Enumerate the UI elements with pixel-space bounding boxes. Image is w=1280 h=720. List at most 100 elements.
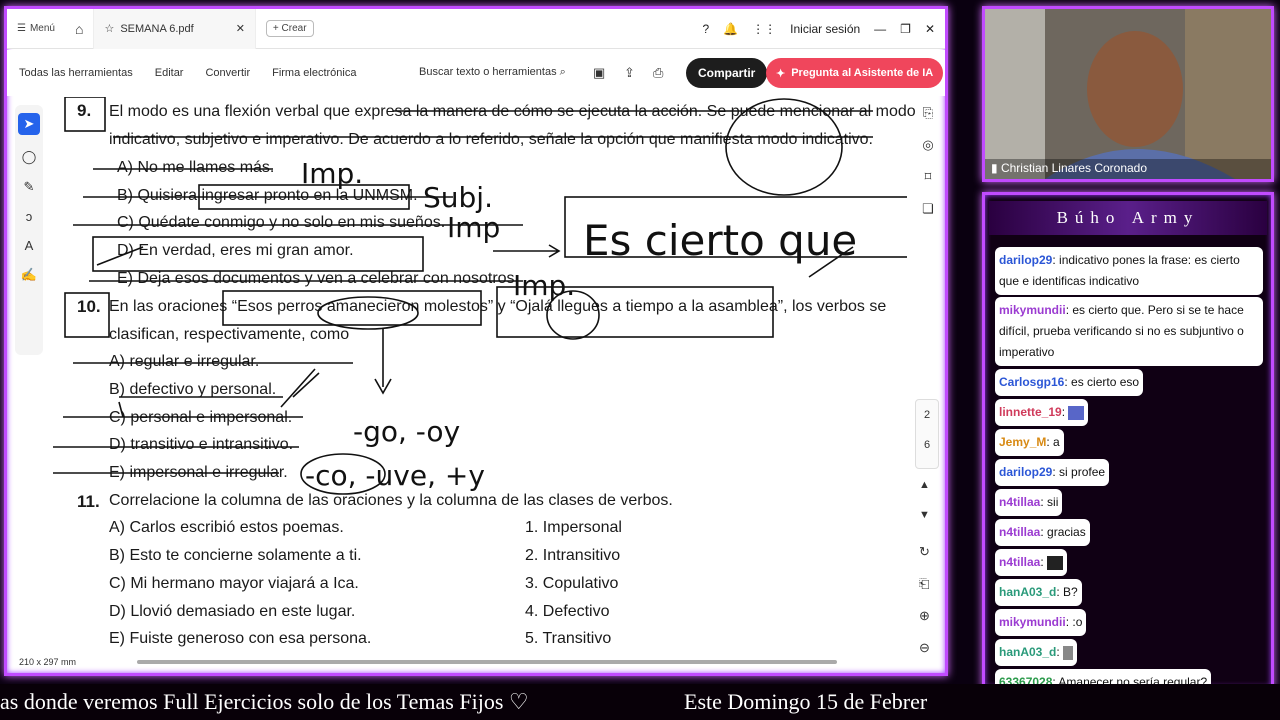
chat-message: n4tillaa: sii bbox=[995, 489, 1063, 516]
comment-icon[interactable]: ◯ bbox=[22, 149, 37, 165]
maximize-icon[interactable]: ❐ bbox=[900, 22, 911, 36]
page-nav: ▲ ▼ bbox=[919, 479, 930, 521]
chat-user: Carlosgp16 bbox=[999, 375, 1065, 389]
share-button[interactable]: Compartir bbox=[686, 58, 768, 88]
chat-text: : a bbox=[1046, 435, 1060, 449]
q11-right-3: 3. Copulativo bbox=[525, 575, 619, 592]
chat-user: n4tillaa bbox=[999, 525, 1041, 539]
apps-grid-icon[interactable]: ⋮⋮ bbox=[752, 22, 776, 36]
chat-message: hanA03_d: B? bbox=[995, 579, 1082, 606]
refresh-icon[interactable]: ↻ bbox=[919, 544, 930, 560]
home-icon[interactable]: ⌂ bbox=[75, 21, 83, 37]
search-tools-field[interactable]: Buscar texto o herramientas ⌕ bbox=[419, 66, 566, 79]
question-11-line1: Correlacione la columna de las oraciones… bbox=[109, 492, 673, 509]
question-10-line2: clasifican, respectivamente, como bbox=[109, 326, 350, 343]
page-indicator[interactable]: 2 6 bbox=[915, 399, 939, 469]
zoom-in-icon[interactable]: ⊕ bbox=[919, 608, 930, 624]
draw-icon[interactable]: ↄ bbox=[26, 209, 33, 224]
chat-user: hanA03_d bbox=[999, 585, 1057, 599]
window-close-icon[interactable]: ✕ bbox=[925, 22, 935, 36]
q11-right-2: 2. Intransitivo bbox=[525, 547, 621, 564]
text-select-icon[interactable]: A bbox=[25, 238, 34, 253]
q11-right-4: 4. Defectivo bbox=[525, 603, 610, 620]
chat-user: mikymundii bbox=[999, 615, 1066, 629]
chat-message: hanA03_d: bbox=[995, 639, 1078, 666]
chat-user: n4tillaa bbox=[999, 555, 1041, 569]
help-icon[interactable]: ? bbox=[703, 22, 710, 36]
emote-icon bbox=[1047, 555, 1064, 570]
ticker-text-1: as donde veremos Full Ejercicios solo de… bbox=[0, 689, 529, 714]
scrolling-ticker: as donde veremos Full Ejercicios solo de… bbox=[0, 684, 1280, 720]
minimize-icon[interactable]: — bbox=[874, 22, 886, 36]
chat-text: : :o bbox=[1065, 615, 1083, 629]
highlight-pen-icon[interactable]: ✎ bbox=[24, 179, 35, 195]
q10-option-c: C) personal e impersonal. bbox=[109, 409, 293, 426]
chat-text: : bbox=[1061, 405, 1069, 419]
q10-option-b: B) defectivo y personal. bbox=[109, 381, 277, 398]
upload-icon[interactable]: ⇪ bbox=[624, 65, 635, 81]
q10-option-e: E) impersonal e irregular. bbox=[109, 464, 288, 481]
ticker-text-2: Este Domingo 15 de Febrer bbox=[684, 689, 928, 714]
chat-message: Carlosgp16: es cierto eso bbox=[995, 369, 1144, 396]
bookmark-icon[interactable]: ⌑ bbox=[925, 169, 932, 185]
horizontal-scrollbar[interactable] bbox=[137, 660, 837, 664]
tool-all-tools[interactable]: Todas las herramientas bbox=[19, 67, 133, 79]
chat-text: : si profee bbox=[1052, 465, 1106, 479]
select-cursor-icon[interactable]: ➤ bbox=[18, 113, 40, 135]
pages-icon[interactable]: ❏ bbox=[922, 201, 934, 217]
comment-panel-icon[interactable]: ◎ bbox=[922, 137, 933, 153]
save-icon[interactable]: ▣ bbox=[593, 65, 605, 81]
page-down-icon[interactable]: ▼ bbox=[919, 509, 930, 521]
ink-c: Imp bbox=[447, 211, 500, 244]
ai-assistant-button[interactable]: ✦ Pregunta al Asistente de IA bbox=[766, 58, 944, 88]
tab-title: SEMANA 6.pdf bbox=[120, 22, 194, 35]
export-pdf-icon[interactable]: ⎘ bbox=[923, 105, 933, 121]
menu-button[interactable]: ☰ Menú bbox=[7, 23, 65, 34]
q9-option-e: E) Deja esos documentos y ven a celebrar… bbox=[117, 270, 519, 287]
ai-icon: ✦ bbox=[776, 67, 786, 80]
left-toolbar: ➤ ◯ ✎ ↄ A ✍ bbox=[15, 105, 43, 355]
q10-option-d: D) transitivo e intransitivo. bbox=[109, 436, 294, 453]
q11-left-c: C) Mi hermano mayor viajará a Ica. bbox=[109, 575, 359, 592]
chat-user: linnette_19 bbox=[999, 405, 1062, 419]
topbar-right: ? 🔔 ⋮⋮ Iniciar sesión — ❐ ✕ bbox=[703, 9, 936, 49]
ink-suffixes-1: -go, -oy bbox=[353, 415, 460, 448]
q11-left-e: E) Fuiste generoso con esa persona. bbox=[109, 630, 372, 647]
ink-b: Subj. bbox=[423, 181, 493, 214]
document-tab[interactable]: ☆ SEMANA 6.pdf ✕ bbox=[93, 9, 256, 49]
chat-user: darilop29 bbox=[999, 253, 1053, 267]
chat-text: : bbox=[1040, 555, 1048, 569]
q10-option-a: A) regular e irregular. bbox=[109, 353, 260, 370]
chat-user: Jemy_M bbox=[999, 435, 1047, 449]
viewer-toolbar: Todas las herramientas Editar Convertir … bbox=[7, 50, 945, 96]
star-icon[interactable]: ☆ bbox=[104, 22, 114, 35]
question-9-number: 9. bbox=[77, 101, 92, 120]
tool-convert[interactable]: Convertir bbox=[205, 67, 250, 79]
ai-assistant-label: Pregunta al Asistente de IA bbox=[791, 67, 934, 79]
save-page-icon[interactable]: ⎗ bbox=[919, 576, 930, 592]
tool-sign[interactable]: Firma electrónica bbox=[272, 67, 356, 79]
chat-text: : gracias bbox=[1040, 525, 1086, 539]
q9-option-c: C) Quédate conmigo y no solo en mis sueñ… bbox=[117, 214, 446, 231]
chat-message: Jemy_M: a bbox=[995, 429, 1064, 456]
q9-option-a: A) No me llames más. bbox=[117, 159, 275, 176]
ink-suffixes-2: -co, -uve, +y bbox=[305, 459, 485, 492]
q11-right-1: 1. Impersonal bbox=[525, 519, 622, 536]
signal-icon: ▮ bbox=[991, 161, 998, 175]
sign-icon[interactable]: ✍ bbox=[21, 267, 37, 283]
page-up-icon[interactable]: ▲ bbox=[919, 479, 930, 491]
pdf-page: 9. El modo es una flexión verbal que exp… bbox=[53, 97, 916, 657]
bell-icon[interactable]: 🔔 bbox=[723, 22, 738, 36]
signin-button[interactable]: Iniciar sesión bbox=[790, 22, 860, 36]
menu-label: Menú bbox=[29, 23, 55, 34]
q11-left-b: B) Esto te concierne solamente a ti. bbox=[109, 547, 362, 564]
question-10-number: 10. bbox=[77, 297, 101, 316]
new-tab-label: Crear bbox=[281, 23, 307, 34]
close-icon[interactable]: ✕ bbox=[236, 22, 245, 35]
new-tab-button[interactable]: + Crear bbox=[265, 20, 314, 37]
tool-edit[interactable]: Editar bbox=[155, 67, 184, 79]
chat-message: darilop29: si profee bbox=[995, 459, 1110, 486]
chat-message: n4tillaa: bbox=[995, 549, 1068, 576]
print-icon[interactable]: ⎙ bbox=[653, 65, 663, 81]
q11-left-a: A) Carlos escribió estos poemas. bbox=[109, 519, 344, 536]
